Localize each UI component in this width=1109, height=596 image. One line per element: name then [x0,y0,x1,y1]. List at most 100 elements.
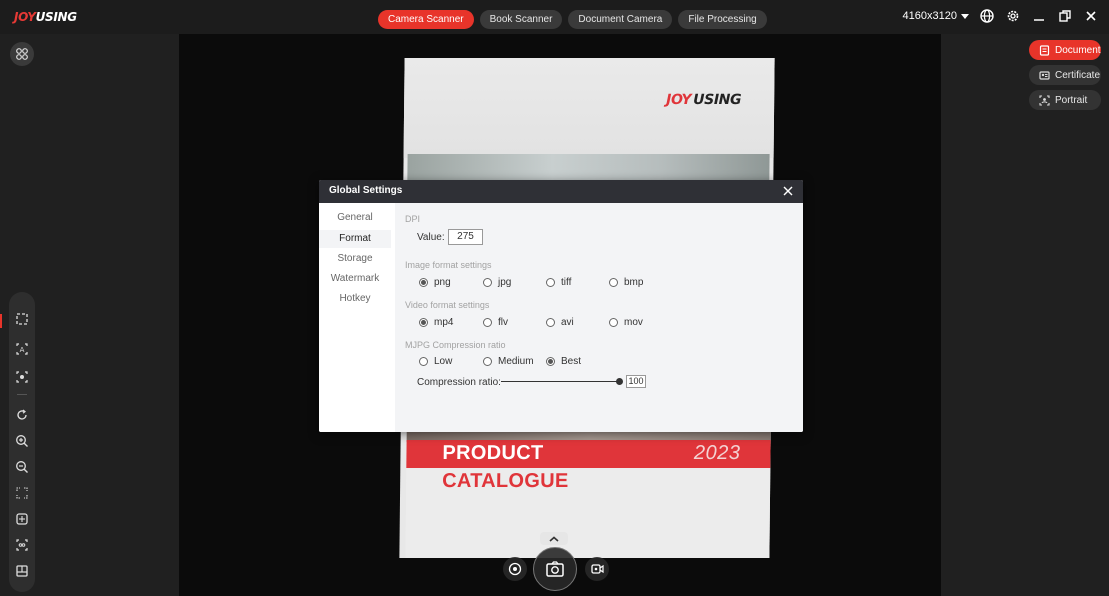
nav-format[interactable]: Format [319,230,391,248]
portrait-mode-button[interactable]: Portrait [1029,90,1101,110]
radio-indicator [419,357,428,366]
radio-label: tiff [561,277,572,288]
mode-tabs: Camera Scanner Book Scanner Document Cam… [378,10,767,29]
center-icon[interactable] [13,510,31,528]
resolution-value: 4160x3120 [902,10,957,22]
app-window: JOY USING Camera Scanner Book Scanner Doc… [0,0,1109,596]
dialog-close-button[interactable] [781,184,795,198]
zoom-out-icon[interactable] [13,458,31,476]
radio-indicator [483,278,492,287]
dpi-value-input[interactable]: 275 [448,229,483,245]
document-mode-button[interactable]: Document [1029,40,1101,60]
dpi-value-label: Value: [417,232,445,243]
minimize-icon[interactable] [1031,8,1047,24]
image-format-jpg-radio[interactable]: jpg [483,277,511,288]
radio-indicator [419,278,428,287]
image-format-png-radio[interactable]: png [419,277,451,288]
document-mode-label: Document [1055,44,1101,56]
radio-label: Best [561,356,582,367]
dropdown-arrow-icon [961,13,969,19]
dpi-section-label: DPI [405,214,421,224]
switch-camera-button[interactable] [503,557,527,581]
radio-indicator [546,278,555,287]
settings-nav: General Format Storage Watermark Hotkey [319,203,395,432]
close-icon[interactable] [1083,8,1099,24]
apps-grid-icon [16,48,28,60]
video-format-mp4-radio[interactable]: mp4 [419,317,453,328]
fit-screen-icon[interactable] [13,484,31,502]
certificate-mode-label: Certificate [1055,69,1101,81]
tab-book-scanner[interactable]: Book Scanner [479,10,563,29]
radio-indicator [483,318,492,327]
radio-indicator [419,318,428,327]
radio-indicator [609,278,618,287]
chevron-up-icon [549,535,559,542]
radio-label: png [434,277,451,288]
close-icon [783,186,793,196]
slider-thumb[interactable] [616,378,623,385]
document-icon [1039,44,1050,56]
tab-camera-scanner[interactable]: Camera Scanner [378,10,474,29]
image-format-bmp-radio[interactable]: bmp [609,277,643,288]
split-icon[interactable] [13,562,31,580]
left-toolbar: A [9,292,35,592]
nav-storage[interactable]: Storage [319,250,391,268]
video-record-button[interactable] [585,557,609,581]
scan-region-icon[interactable] [13,536,31,554]
camera-icon [546,561,564,577]
scan-type-panel: Document Certificate Portrait [1029,40,1101,110]
focus-icon[interactable] [13,368,31,386]
portrait-icon [1039,94,1050,106]
mjpg-best-radio[interactable]: Best [546,356,581,367]
svg-text:A: A [20,346,25,354]
mjpg-medium-radio[interactable]: Medium [483,356,534,367]
format-settings-panel: DPI Value: 275 Image format settings png… [395,203,803,432]
tab-file-processing[interactable]: File Processing [678,10,767,29]
video-format-flv-radio[interactable]: flv [483,317,508,328]
image-format-section-label: Image format settings [405,260,492,270]
radio-label: avi [561,317,574,328]
zoom-in-icon[interactable] [13,432,31,450]
paper-logo-joy: JOY [666,92,692,108]
nav-watermark[interactable]: Watermark [319,270,391,288]
logo-part-joy: JOY [14,10,36,24]
rotate-icon[interactable] [13,406,31,424]
compression-ratio-value[interactable]: 100 [626,375,646,388]
capture-button[interactable] [533,547,577,591]
apps-grid-button[interactable] [10,42,34,66]
radio-label: flv [498,317,508,328]
resolution-dropdown[interactable]: 4160x3120 [903,10,969,22]
restore-icon[interactable] [1057,8,1073,24]
crop-auto-icon[interactable] [13,310,31,328]
toolbar-divider [17,394,27,395]
text-ocr-icon[interactable]: A [13,340,31,358]
video-format-avi-radio[interactable]: avi [546,317,574,328]
nav-hotkey[interactable]: Hotkey [319,290,391,308]
title-bar: JOY USING Camera Scanner Book Scanner Doc… [0,0,1109,34]
paper-bottom-area: PRODUCT 2023 CATALOGUE [405,430,771,558]
expand-panel-button[interactable] [540,532,568,545]
radio-indicator [546,357,555,366]
global-settings-dialog: Global Settings General Format Storage W… [319,180,803,432]
switch-camera-icon [508,562,522,576]
active-tool-indicator [0,314,2,328]
video-icon [591,564,604,574]
radio-label: mp4 [434,317,454,328]
image-format-tiff-radio[interactable]: tiff [546,277,571,288]
globe-icon[interactable] [979,8,995,24]
radio-label: bmp [624,277,644,288]
dialog-header: Global Settings [319,180,803,203]
gear-icon[interactable] [1005,8,1021,24]
compression-ratio-slider[interactable] [501,378,623,385]
product-title: PRODUCT [442,442,544,464]
nav-general[interactable]: General [319,209,391,227]
mjpg-low-radio[interactable]: Low [419,356,452,367]
video-format-mov-radio[interactable]: mov [609,317,643,328]
certificate-mode-button[interactable]: Certificate [1029,65,1101,85]
tab-document-camera[interactable]: Document Camera [568,10,673,29]
paper-logo: JOY USING [666,92,741,108]
radio-label: Medium [498,356,534,367]
product-year: 2023 [693,442,741,464]
radio-indicator [546,318,555,327]
logo-part-using: USING [35,10,78,24]
